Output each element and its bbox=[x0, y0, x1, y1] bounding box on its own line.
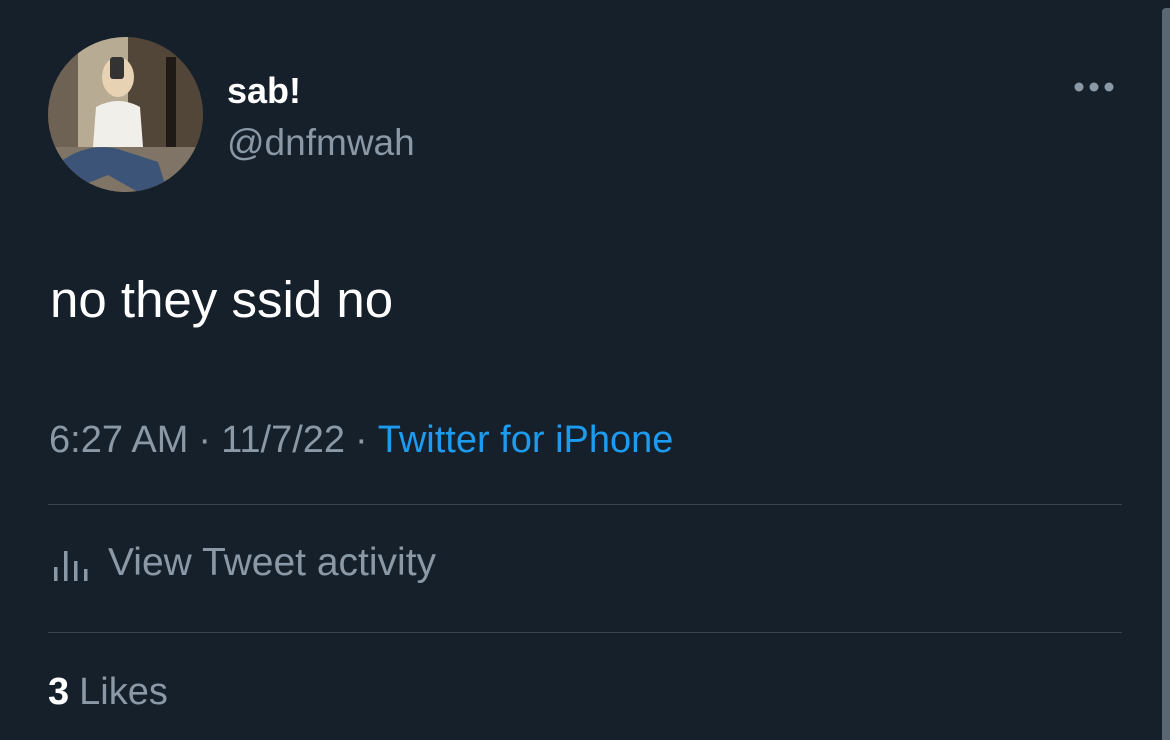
avatar-photo bbox=[48, 37, 203, 192]
likes-count: 3 bbox=[48, 671, 70, 713]
display-name[interactable]: sab! bbox=[227, 70, 301, 112]
bar-chart-icon bbox=[54, 551, 88, 581]
tweet-date[interactable]: 11/7/22 bbox=[221, 419, 345, 461]
more-horizontal-icon bbox=[1074, 82, 1114, 92]
tweet-meta: 6:27 AM · 11/7/22 · Twitter for iPhone bbox=[49, 417, 673, 463]
divider bbox=[48, 632, 1122, 633]
divider bbox=[48, 504, 1122, 505]
likes-stat[interactable]: 3 Likes bbox=[48, 669, 168, 715]
meta-separator: · bbox=[198, 419, 212, 461]
avatar[interactable] bbox=[48, 37, 203, 192]
scrollbar[interactable] bbox=[1162, 8, 1170, 740]
tweet-source-link[interactable]: Twitter for iPhone bbox=[378, 419, 674, 461]
meta-separator: · bbox=[355, 419, 368, 461]
view-tweet-activity-button[interactable]: View Tweet activity bbox=[50, 540, 436, 586]
more-options-button[interactable] bbox=[1066, 72, 1122, 102]
user-handle[interactable]: @dnfmwah bbox=[227, 121, 415, 165]
tweet-text: no they ssid no bbox=[50, 271, 394, 328]
likes-label: Likes bbox=[79, 671, 168, 713]
view-tweet-activity-label: View Tweet activity bbox=[108, 541, 437, 584]
tweet-time[interactable]: 6:27 AM bbox=[49, 419, 188, 461]
